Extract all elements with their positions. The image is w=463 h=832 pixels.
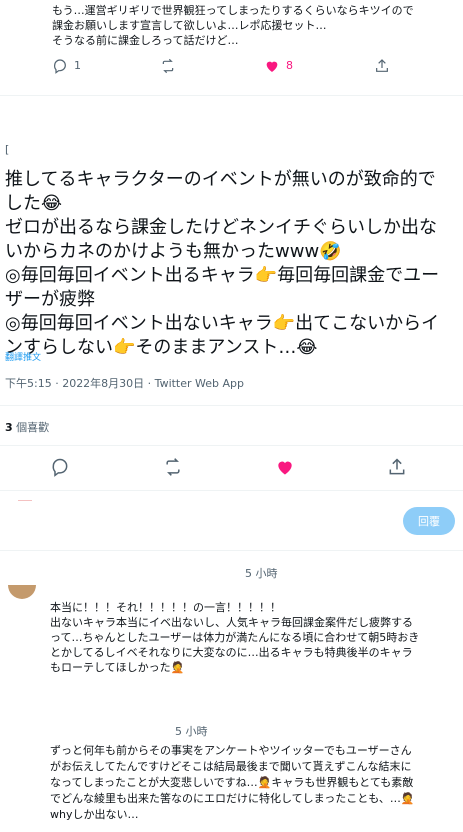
tweet-line-2: した😂 — [5, 193, 63, 214]
share-icon — [387, 457, 407, 477]
reply-2-line-1: ずっと何年も前からその事実をアンケートやツイッターでもユーザーさん — [50, 744, 412, 757]
top-reply-line-2: 課金お願いします宣言して欲しいよ…レポ応援セット… — [52, 19, 327, 32]
top-reply-reply-action[interactable]: 1 — [52, 58, 81, 74]
top-reply-like-count: 8 — [286, 59, 293, 72]
top-reply-retweet-action[interactable] — [160, 58, 176, 74]
translate-link[interactable]: 翻譯推文 — [5, 350, 41, 363]
top-reply-line-3: そうなる前に課金しろって話だけど… — [52, 34, 239, 47]
tweet-line-1: 推してるキャラクターのイベントが無いのが致命的で — [5, 169, 436, 190]
main-like-button[interactable] — [275, 457, 295, 477]
share-icon — [374, 58, 390, 74]
heart-filled-icon — [275, 457, 295, 477]
tweet-line-8: ンすらしない👉そのままアンスト…😂 — [5, 337, 318, 358]
divider — [0, 405, 463, 406]
reply-2-line-3: なってしまったことが大変悲しいですね…🤦キャラも世界観もとても素敵 — [50, 776, 414, 789]
heart-filled-icon — [264, 58, 280, 74]
reply-2-line-5: whyしか出ない… — [50, 808, 139, 821]
reply-1-line-4: とかしてるしイベそれなりに大変なのに…出るキャラも特典後半のキャラ — [50, 646, 413, 659]
reply-2-time: 5 小時 — [175, 725, 208, 738]
reply-icon — [50, 457, 70, 477]
likes-count: 3 — [5, 421, 13, 434]
reply-2-line-2: がお伝えしてたんですけどそこは結局最後まで聞いて貰えずこんな結末に — [50, 760, 412, 773]
divider — [0, 445, 463, 446]
top-reply-like-action[interactable]: 8 — [264, 58, 293, 74]
divider — [0, 490, 463, 491]
likes-summary[interactable]: 3 個喜歡 — [5, 421, 49, 435]
top-reply-reply-count: 1 — [74, 59, 81, 72]
retweet-icon — [163, 457, 183, 477]
tweet-line-6: ザーが疲弊 — [5, 289, 95, 310]
reply-1-line-2: 出ないキャラ本当にイベ出ないし、人気キャラ毎回課金案件だし疲弊する — [50, 616, 413, 629]
reply-submit-button[interactable]: 回覆 — [403, 507, 455, 535]
tweet-line-3: ゼロが出るなら課金したけどネンイチぐらいしか出な — [5, 217, 437, 238]
divider — [0, 550, 463, 551]
reply-1-time: 5 小時 — [245, 567, 278, 580]
top-reply-line-1: もう…運営ギリギリで世界観狂ってしまったりするくらいならキツイので — [52, 4, 414, 17]
main-retweet-button[interactable] — [163, 457, 183, 477]
top-reply-share-action[interactable] — [374, 58, 390, 74]
reply-1-line-1: 本当に！！！それ！！！！！の一言！！！！！ — [50, 601, 281, 614]
avatar-fragment: [ — [5, 143, 10, 156]
divider — [0, 95, 463, 96]
reply-1-line-5: もローテしてほしかった🤦 — [50, 661, 185, 674]
tweet-timestamp[interactable]: 下午5:15 · 2022年8月30日 · Twitter Web App — [5, 377, 244, 391]
reply-2-line-4: でどんな綾里も出来た筈なのにエロだけに特化してしまったことも、…🤦 — [50, 792, 415, 805]
main-reply-button[interactable] — [50, 457, 70, 477]
likes-label: 個喜歡 — [16, 421, 50, 434]
tweet-line-7: ◎毎回毎回イベント出ないキャラ👉出てこないからイ — [5, 313, 440, 334]
retweet-icon — [160, 58, 176, 74]
reply-icon — [52, 58, 68, 74]
tweet-line-5: ◎毎回毎回イベント出るキャラ👉毎回毎回課金でユー — [5, 265, 440, 286]
reply-1-line-3: って…ちゃんとしたユーザーは体力が満たんになる頃に合わせて朝5時おき — [50, 631, 420, 644]
avatar[interactable] — [8, 585, 36, 599]
avatar-fragment-line — [18, 500, 32, 501]
main-share-button[interactable] — [387, 457, 407, 477]
tweet-line-4: いからカネのかけようも無かったwww🤣 — [5, 241, 342, 262]
